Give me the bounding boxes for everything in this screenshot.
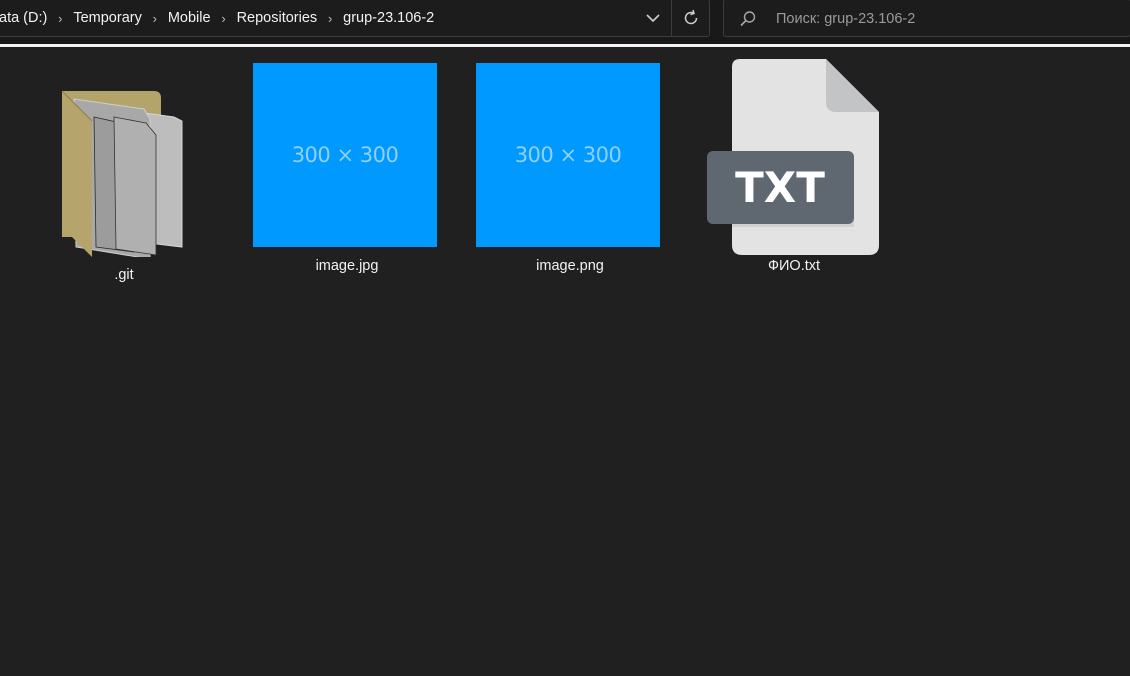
folder-icon	[61, 90, 183, 257]
chevron-right-icon[interactable]: ›	[211, 11, 237, 26]
file-item-image-png[interactable]: 300 × 300 image.png	[476, 63, 660, 303]
refresh-icon	[684, 9, 698, 25]
chevron-right-icon[interactable]: ›	[317, 11, 343, 26]
file-item-fio-txt[interactable]: TXT ФИО.txt	[700, 57, 884, 297]
search-box[interactable]	[723, 0, 1130, 37]
search-icon	[739, 10, 757, 33]
file-view: .git 300 × 300 image.jpg 300 × 300 image…	[0, 47, 1130, 676]
refresh-button[interactable]	[671, 0, 709, 36]
breadcrumb-item-mobile[interactable]: Mobile	[168, 10, 211, 26]
file-name: ФИО.txt	[767, 258, 821, 274]
image-thumbnail: 300 × 300	[476, 63, 660, 247]
chevron-down-icon[interactable]	[644, 8, 662, 28]
thumbnail-caption: 300 × 300	[291, 143, 399, 167]
address-bar[interactable]: ata (D:) › Temporary › Mobile › Reposito…	[0, 0, 710, 37]
txt-file-icon: TXT	[707, 59, 879, 255]
breadcrumb-item-drive[interactable]: ata (D:)	[0, 10, 47, 26]
chevron-right-icon[interactable]: ›	[142, 11, 168, 26]
breadcrumb-item-current[interactable]: grup-23.106-2	[343, 10, 434, 26]
file-name: image.png	[536, 258, 604, 274]
file-name: .git	[114, 267, 134, 283]
breadcrumb: ata (D:) › Temporary › Mobile › Reposito…	[0, 0, 434, 36]
image-thumbnail: 300 × 300	[253, 63, 437, 247]
file-item-git-folder[interactable]: .git	[32, 57, 216, 297]
file-item-image-jpg[interactable]: 300 × 300 image.jpg	[253, 63, 437, 303]
chevron-right-icon[interactable]: ›	[47, 11, 73, 26]
address-toolbar: ata (D:) › Temporary › Mobile › Reposito…	[0, 0, 1130, 44]
search-input[interactable]	[774, 6, 1118, 32]
breadcrumb-item-repositories[interactable]: Repositories	[237, 10, 318, 26]
breadcrumb-item-temporary[interactable]: Temporary	[73, 10, 142, 26]
txt-badge: TXT	[735, 163, 825, 212]
thumbnail-caption: 300 × 300	[514, 143, 622, 167]
file-name: image.jpg	[315, 258, 379, 274]
